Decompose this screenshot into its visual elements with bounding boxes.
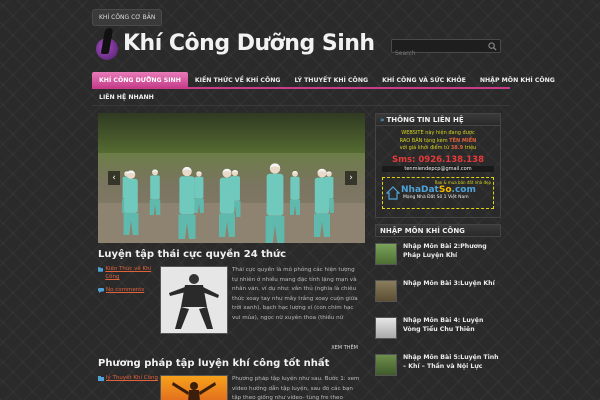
nav-item-ly-thuyet[interactable]: LÝ THUYẾT KHÍ CÔNG [287,72,375,87]
folder-icon [98,376,104,381]
list-item[interactable]: Nhập Môn Bài 5:Luyện Tinh – Khí – Thần v… [375,354,501,376]
nav-item-nhap-mon[interactable]: NHẬP MÔN KHÍ CÔNG [473,72,562,87]
list-item[interactable]: Nhập Môn Bài 2:Phương Pháp Luyện Khí [375,243,501,265]
lesson-thumbnail [375,243,397,265]
top-bar: KHÍ CÔNG CƠ BẢN [92,4,163,26]
sidebar: » THÔNG TIN LIÊN HỆ WEBSITE này hiện đang… [375,113,501,391]
lesson-link[interactable]: Nhập Môn Bài 3:Luyện Khí [403,280,495,289]
tai-chi-master-image [161,267,227,333]
slider-figure [313,168,331,237]
top-tab-khi-cong-co-ban[interactable]: KHÍ CÔNG CƠ BẢN [92,9,163,26]
slider-image-trees [98,113,365,153]
nav-row-secondary: LIÊN HỆ NHANH [92,89,510,106]
post-thumbnail[interactable] [160,266,228,334]
widget-title-nhap-mon: NHẬP MÔN KHÍ CÔNG [375,224,501,237]
widget-title-contact: » THÔNG TIN LIÊN HỆ [375,113,501,126]
folder-icon [98,267,104,272]
lesson-thumbnail [375,354,397,376]
contact-line-3: với giá khởi điểm từ 38.9 triệu [399,145,477,151]
list-item[interactable]: Nhập Môn Bài 4: Luyện Vòng Tiểu Chu Thiê… [375,317,501,339]
double-arrow-icon: » [380,116,385,124]
qigong-figure-image [172,382,216,400]
contact-line-1: WEBSITE này hiện đang được [401,130,475,136]
post-comments-line: No comments [98,287,160,295]
lesson-link[interactable]: Nhập Môn Bài 4: Luyện Vòng Tiểu Chu Thiê… [403,317,501,334]
nav-row-primary: KHÍ CÔNG DƯỠNG SINH KIẾN THỨC VỀ KHÍ CÔN… [92,72,555,89]
slider-figure [265,163,285,243]
post-category-line: lý Thuyết Khí Công [98,375,160,383]
featured-slider[interactable]: ‹ › [98,113,365,243]
search-input[interactable] [392,47,484,60]
post-category-link[interactable]: Kiến Thức về Khí Công [105,266,160,281]
post-meta: lý Thuyết Khí Công [98,375,160,400]
nds-subtitle: Mạng Nhà Đất Số 1 Việt Nam [403,194,469,200]
lesson-thumbnail [375,317,397,339]
slider-figure [149,169,161,215]
lesson-link[interactable]: Nhập Môn Bài 2:Phương Pháp Luyện Khí [403,243,501,260]
main-nav: KHÍ CÔNG DƯỠNG SINH KIẾN THỨC VỀ KHÍ CÔN… [92,72,555,106]
post-title[interactable]: Phương pháp tập luyện khí công tốt nhất [98,358,366,369]
slider-figure [178,166,196,239]
logo-figure-icon [96,28,120,60]
site-logo[interactable]: Khí Công Dưỡng Sinh [96,28,375,60]
nds-logo: NhaDatSo.com [401,184,476,195]
main-content: ‹ › Luyện tập thái cực quyền 24 thức Kiế… [98,113,366,400]
post-thumbnail[interactable] [160,375,228,400]
contact-sms: Sms: 0926.138.138 [392,154,484,165]
nhadatso-banner[interactable]: Rao & mua bán đất nhà đẹp NhaDatSo.com M… [382,176,494,209]
post-title[interactable]: Luyện tập thái cực quyền 24 thức [98,249,366,260]
contact-email[interactable]: tenmiendepcp@gmail.com [382,165,494,172]
contact-line-2: RAO BÁN tặng kèm TÊN MIỀN [399,137,477,144]
slider-prev-button[interactable]: ‹ [108,171,120,185]
post-comments-link[interactable]: No comments [106,287,144,295]
search-box [391,39,501,60]
lesson-link[interactable]: Nhập Môn Bài 5:Luyện Tinh – Khí – Thần v… [403,354,501,371]
post-category-link[interactable]: lý Thuyết Khí Công [106,375,158,383]
post-entry: Kiến Thức về Khí Công No comments Thái c… [98,266,366,351]
post-meta: Kiến Thức về Khí Công No comments [98,266,160,334]
contact-widget: WEBSITE này hiện đang được RAO BÁN tặng … [375,126,501,218]
comment-icon [98,288,104,294]
list-item[interactable]: Nhập Môn Bài 3:Luyện Khí [375,280,501,302]
nav-item-kien-thuc[interactable]: KIẾN THỨC VỀ KHÍ CÔNG [188,72,288,87]
nav-item-khi-cong-duong-sinh[interactable]: KHÍ CÔNG DƯỠNG SINH [92,72,188,87]
nav-item-suc-khoe[interactable]: KHÍ CÔNG VÀ SỨC KHỎE [375,72,473,87]
post-excerpt: Phương pháp tập luyện như sau. Bước 1: x… [232,376,360,400]
nav-item-lien-he-nhanh[interactable]: LIÊN HỆ NHANH [92,89,510,101]
slider-next-button[interactable]: › [345,171,357,185]
house-icon [386,185,400,200]
post-category-line: Kiến Thức về Khí Công [98,266,160,281]
site-title: Khí Công Dưỡng Sinh [123,30,375,56]
lesson-thumbnail [375,280,397,302]
search-icon[interactable] [488,42,497,51]
slider-figure [218,168,236,237]
slider-figure [289,170,301,215]
slider-figure [123,170,139,235]
post-excerpt: Thái cực quyền là mô phỏng các hiện tượn… [232,267,358,321]
nhap-mon-list: Nhập Môn Bài 2:Phương Pháp Luyện Khí Nhậ… [375,243,501,376]
read-more-link[interactable]: XEM THÊM [331,345,358,351]
post-entry: lý Thuyết Khí Công Phương pháp tập luyện… [98,375,366,400]
